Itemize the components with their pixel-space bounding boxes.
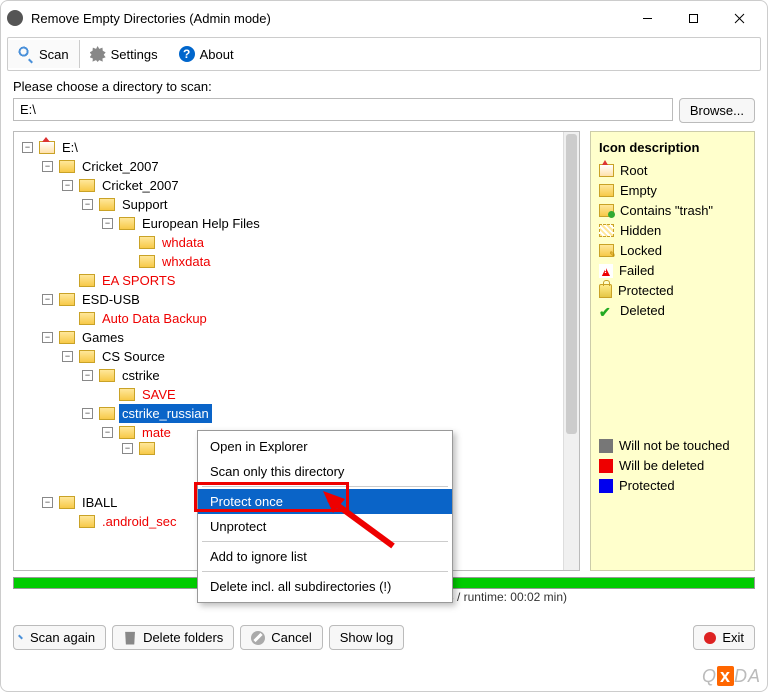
window-title: Remove Empty Directories (Admin mode): [31, 11, 625, 26]
folder-icon: [119, 388, 135, 401]
legend-row-protected: Protected: [599, 283, 746, 298]
toolbar: Scan Settings About: [7, 37, 761, 71]
legend-row-nottouched: Will not be touched: [599, 438, 746, 453]
blue-swatch: [599, 479, 613, 493]
folder-icon: [139, 442, 155, 455]
folder-icon: [59, 293, 75, 306]
lock-icon: [599, 284, 612, 298]
folder-icon: [59, 160, 75, 173]
legend-row-empty: Empty: [599, 183, 746, 198]
tree-node[interactable]: −Support: [18, 195, 575, 214]
root-icon: [39, 141, 55, 154]
status-text: 753 / runtime: 00:02 min): [434, 590, 567, 604]
app-icon: [7, 10, 23, 26]
folder-icon: [79, 312, 95, 325]
gray-swatch: [599, 439, 613, 453]
tab-scan-label: Scan: [39, 47, 69, 62]
folder-icon: [599, 184, 614, 197]
legend-row-locked: Locked: [599, 243, 746, 258]
close-button[interactable]: [717, 3, 761, 33]
legend-row-failed: Failed: [599, 263, 746, 278]
check-icon: [599, 304, 614, 318]
folder-icon: [79, 515, 95, 528]
ctx-delete-all[interactable]: Delete incl. all subdirectories (!): [198, 574, 452, 599]
help-icon: [179, 46, 195, 62]
folder-icon: [79, 350, 95, 363]
tree-node[interactable]: −Cricket_2007: [18, 157, 575, 176]
tree-node-selected[interactable]: −cstrike_russian: [18, 404, 575, 423]
tree-node[interactable]: −CS Source: [18, 347, 575, 366]
cancel-button[interactable]: Cancel: [240, 625, 322, 650]
folder-icon: [79, 274, 95, 287]
scan-again-button[interactable]: Scan again: [13, 625, 106, 650]
maximize-button[interactable]: [671, 3, 715, 33]
hidden-folder-icon: [599, 224, 614, 237]
folder-icon: [79, 179, 95, 192]
directory-input[interactable]: [13, 98, 673, 121]
context-separator: [202, 541, 448, 542]
tree-node[interactable]: whdata: [18, 233, 575, 252]
tab-scan[interactable]: Scan: [8, 40, 80, 68]
ctx-add-ignore[interactable]: Add to ignore list: [198, 544, 452, 569]
folder-icon: [119, 426, 135, 439]
folder-icon: [99, 407, 115, 420]
trash-icon: [123, 631, 137, 645]
folder-icon: [119, 217, 135, 230]
red-swatch: [599, 459, 613, 473]
search-icon: [18, 46, 34, 62]
tree-scrollbar[interactable]: [563, 132, 579, 570]
legend-row-root: Root: [599, 163, 746, 178]
choose-directory-label: Please choose a directory to scan:: [13, 79, 755, 94]
legend-title: Icon description: [599, 140, 746, 155]
minimize-button[interactable]: [625, 3, 669, 33]
browse-button[interactable]: Browse...: [679, 98, 755, 123]
tree-node[interactable]: −ESD-USB: [18, 290, 575, 309]
legend-row-trash: Contains "trash": [599, 203, 746, 218]
folder-icon: [59, 496, 75, 509]
watermark: QxDA: [702, 666, 761, 687]
tree-root[interactable]: −E:\: [18, 138, 575, 157]
context-separator: [202, 486, 448, 487]
folder-icon: [139, 236, 155, 249]
trash-folder-icon: [599, 204, 614, 217]
tree-node[interactable]: SAVE: [18, 385, 575, 404]
exit-icon: [704, 632, 716, 644]
tree-node[interactable]: whxdata: [18, 252, 575, 271]
titlebar: Remove Empty Directories (Admin mode): [1, 1, 767, 35]
delete-folders-button[interactable]: Delete folders: [112, 625, 234, 650]
gear-icon: [90, 46, 106, 62]
locked-folder-icon: [599, 244, 614, 257]
ctx-protect-once[interactable]: Protect once: [198, 489, 452, 514]
tab-settings-label: Settings: [111, 47, 158, 62]
legend-panel: Icon description Root Empty Contains "tr…: [590, 131, 755, 571]
folder-icon: [99, 198, 115, 211]
tab-about[interactable]: About: [169, 40, 245, 68]
ctx-unprotect[interactable]: Unprotect: [198, 514, 452, 539]
legend-row-protcolor: Protected: [599, 478, 746, 493]
show-log-button[interactable]: Show log: [329, 625, 404, 650]
ctx-open-explorer[interactable]: Open in Explorer: [198, 434, 452, 459]
tab-settings[interactable]: Settings: [80, 40, 169, 68]
folder-icon: [99, 369, 115, 382]
tree-node[interactable]: EA SPORTS: [18, 271, 575, 290]
ctx-scan-only[interactable]: Scan only this directory: [198, 459, 452, 484]
failed-icon: [599, 264, 613, 278]
exit-button[interactable]: Exit: [693, 625, 755, 650]
legend-row-deleted: Deleted: [599, 303, 746, 318]
legend-row-willdelete: Will be deleted: [599, 458, 746, 473]
folder-icon: [139, 255, 155, 268]
root-icon: [599, 164, 614, 177]
tab-about-label: About: [200, 47, 234, 62]
tree-node[interactable]: −Cricket_2007: [18, 176, 575, 195]
tree-node[interactable]: −Games: [18, 328, 575, 347]
tree-node[interactable]: Auto Data Backup: [18, 309, 575, 328]
folder-icon: [59, 331, 75, 344]
legend-row-hidden: Hidden: [599, 223, 746, 238]
cancel-icon: [251, 631, 265, 645]
tree-node[interactable]: −cstrike: [18, 366, 575, 385]
context-separator: [202, 571, 448, 572]
tree-node[interactable]: −European Help Files: [18, 214, 575, 233]
context-menu: Open in Explorer Scan only this director…: [197, 430, 453, 603]
